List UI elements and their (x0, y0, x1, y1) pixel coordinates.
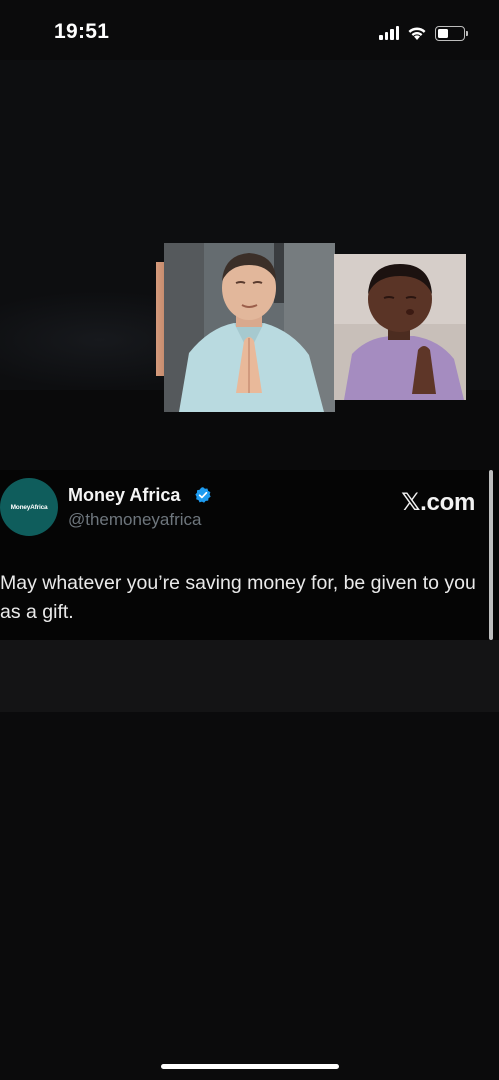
status-time: 19:51 (54, 20, 110, 43)
tweet-text: May whatever you’re saving money for, be… (0, 572, 476, 623)
tweet-card[interactable]: MoneyAfrica Money Africa @themoneyafrica… (0, 470, 499, 640)
wifi-icon (408, 26, 426, 40)
signal-icon (379, 26, 399, 40)
verified-badge-icon (195, 487, 211, 503)
battery-fill (438, 28, 448, 38)
x-logo-source: 𝕏.com (401, 489, 475, 516)
handle[interactable]: @themoneyafrica (68, 510, 202, 530)
home-indicator[interactable] (161, 1064, 339, 1069)
battery-icon (435, 25, 468, 41)
praying-child-sticker (334, 254, 466, 400)
praying-man-sticker (164, 243, 335, 412)
status-bar: 19:51 (0, 0, 499, 60)
avatar[interactable]: MoneyAfrica (0, 478, 58, 536)
status-icons (379, 24, 468, 42)
avatar-logo-text: MoneyAfrica (10, 503, 48, 511)
card-shadow (0, 640, 499, 712)
scrollbar[interactable] (489, 470, 493, 640)
display-name[interactable]: Money Africa (68, 485, 180, 506)
